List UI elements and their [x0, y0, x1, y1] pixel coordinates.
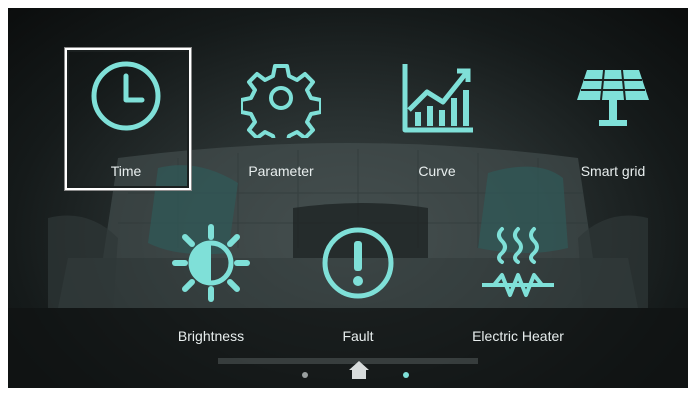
- menu-item-curve[interactable]: Curve: [362, 58, 512, 183]
- home-icon[interactable]: [348, 360, 370, 380]
- menu-item-label: Electric Heater: [472, 328, 564, 344]
- gear-icon: [241, 64, 321, 138]
- page-dot-previous[interactable]: [302, 372, 308, 378]
- menu-item-parameter[interactable]: Parameter: [206, 58, 356, 183]
- chart-icon: [402, 64, 473, 133]
- page-dot-next[interactable]: [403, 372, 409, 378]
- menu-item-label: Brightness: [177, 328, 245, 344]
- alert-icon: [322, 227, 394, 299]
- menu-item-label: Curve: [418, 163, 456, 179]
- solar-panel-icon: [577, 69, 649, 126]
- menu-item-electric-heater[interactable]: Electric Heater: [443, 223, 593, 348]
- menu-item-time[interactable]: Time: [51, 58, 201, 183]
- menu-item-label: Time: [110, 163, 142, 179]
- menu-item-smart-grid[interactable]: Smart grid: [538, 58, 688, 183]
- main-menu-screen: Time Parameter Curve Smart grid Brightne…: [8, 8, 688, 388]
- menu-item-fault[interactable]: Fault: [283, 223, 433, 348]
- menu-item-brightness[interactable]: Brightness: [136, 223, 286, 348]
- clock-icon: [91, 61, 161, 131]
- menu-item-label: Parameter: [248, 163, 314, 179]
- heater-icon: [482, 227, 554, 297]
- brightness-icon: [172, 224, 250, 302]
- menu-item-label: Fault: [342, 328, 374, 344]
- menu-item-label: Smart grid: [580, 163, 646, 179]
